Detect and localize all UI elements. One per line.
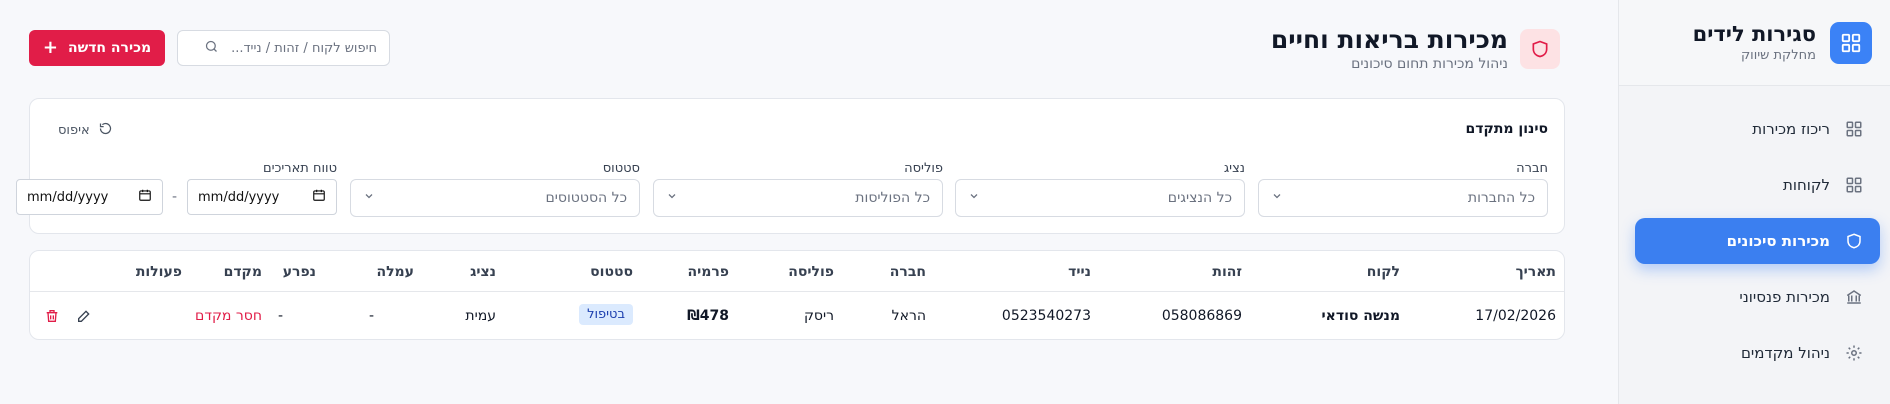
chevron-down-icon: [1271, 190, 1283, 206]
shield-icon: [1844, 231, 1864, 251]
sidebar-item-customers[interactable]: לקוחות: [1635, 162, 1880, 208]
reset-icon: [98, 121, 113, 140]
cell-premium: ₪478: [687, 308, 729, 324]
calendar-icon: [312, 188, 326, 206]
cell-policy: ריסק: [803, 308, 834, 324]
column-header: נייד: [1068, 264, 1091, 280]
sidebar-item-risk-sales[interactable]: מכירות סיכונים: [1635, 218, 1880, 264]
company-filter-value: כל החברות: [1467, 190, 1535, 206]
sidebar-item-label: מכירות סיכונים: [1726, 232, 1830, 250]
grid-icon: [1844, 175, 1864, 195]
date-range-separator: -: [171, 189, 177, 205]
chevron-down-icon: [666, 190, 678, 206]
column-header: חברה: [889, 264, 926, 280]
company-filter-label: חברה: [1516, 161, 1548, 176]
sales-table: תאריך לקוח זהות נייד חברה פוליסה פרמיה ס…: [29, 250, 1565, 340]
cell-advance: חסר מקדם: [195, 308, 262, 324]
sidebar-item-label: ריכוז מכירות: [1752, 120, 1830, 138]
search-icon: [204, 39, 219, 58]
agent-filter-select[interactable]: כל הנציגים: [955, 179, 1245, 217]
column-header: סטטוס: [590, 264, 633, 280]
column-header: לקוח: [1366, 264, 1400, 280]
filters-title: סינון מתקדם: [1465, 121, 1548, 137]
new-sale-label: מכירה חדשה: [67, 40, 152, 56]
chevron-down-icon: [363, 190, 375, 206]
column-header: פעולות: [135, 264, 182, 280]
status-badge: בטיפול: [579, 304, 633, 325]
date-to-value: mm/dd/yyyy: [27, 189, 109, 205]
sidebar-item-label: מכירות פנסיוני: [1739, 288, 1830, 306]
brand-title: סגירות לידים: [1692, 22, 1816, 46]
cell-id: 058086869: [1161, 308, 1242, 324]
brand: סגירות לידים מחלקת שיווק: [1619, 0, 1890, 86]
date-range-label: טווח תאריכים: [262, 161, 337, 176]
dashboard-icon: [1830, 21, 1872, 64]
column-header: נפרע: [282, 264, 316, 280]
calendar-icon: [138, 188, 152, 206]
brand-subtitle: מחלקת שיווק: [1740, 48, 1816, 63]
column-header: מקדם: [223, 264, 262, 280]
delete-icon[interactable]: [44, 308, 60, 328]
cell-company: הראל: [891, 308, 926, 324]
column-header: עמלה: [376, 264, 414, 280]
policy-filter-label: פוליסה: [904, 161, 943, 176]
company-filter-select[interactable]: כל החברות: [1258, 179, 1548, 217]
column-header: זהות: [1212, 264, 1242, 280]
search-box[interactable]: [177, 30, 390, 66]
column-header: תאריך: [1515, 264, 1556, 280]
sidebar: סגירות לידים מחלקת שיווק ריכוז מכירות לק…: [1618, 0, 1890, 404]
column-header: פרמיה: [687, 264, 729, 280]
date-from-value: mm/dd/yyyy: [198, 189, 280, 205]
advanced-filters-panel: סינון מתקדם איפוס חברה כל החברות נציג כל…: [16, 98, 1565, 234]
shield-icon: [1520, 29, 1560, 69]
reset-label: איפוס: [58, 123, 90, 138]
cell-agent: עמית: [465, 308, 496, 324]
status-filter-select[interactable]: כל הסטטוסים: [350, 179, 640, 217]
cell-commission: -: [368, 308, 374, 324]
column-header: פוליסה: [788, 264, 834, 280]
sidebar-item-label: לקוחות: [1783, 176, 1830, 194]
cell-customer: מנשה סודאי: [1321, 308, 1400, 324]
status-filter-label: סטטוס: [602, 161, 640, 176]
sidebar-item-sales-summary[interactable]: ריכוז מכירות: [1635, 106, 1880, 152]
search-input[interactable]: [227, 40, 377, 56]
page-title: מכירות בריאות וחיים: [1270, 25, 1508, 54]
cell-paid: -: [277, 308, 283, 324]
sidebar-nav: ריכוז מכירות לקוחות מכירות סיכונים מכירו…: [1619, 86, 1890, 376]
edit-icon[interactable]: [76, 308, 92, 328]
agent-filter-label: נציג: [1223, 161, 1245, 176]
plus-icon: +: [42, 37, 58, 58]
chevron-down-icon: [968, 190, 980, 206]
sidebar-item-label: ניהול מקדמים: [1740, 344, 1830, 362]
policy-filter-value: כל הפוליסות: [855, 190, 930, 206]
page-subtitle: ניהול מכירות תחום סיכונים: [1351, 56, 1508, 72]
date-to-input[interactable]: mm/dd/yyyy: [16, 179, 163, 215]
cell-date: 17/02/2026: [1475, 308, 1556, 324]
new-sale-button[interactable]: מכירה חדשה +: [29, 30, 165, 66]
cell-phone: 0523540273: [1001, 308, 1091, 324]
bank-icon: [1844, 287, 1864, 307]
reset-filters-button[interactable]: איפוס: [58, 121, 113, 140]
page-header: מכירות בריאות וחיים ניהול מכירות תחום סי…: [1271, 26, 1560, 72]
grid-icon: [1844, 119, 1864, 139]
policy-filter-select[interactable]: כל הפוליסות: [653, 179, 943, 217]
status-filter-value: כל הסטטוסים: [545, 190, 627, 206]
column-header: נציג: [470, 264, 496, 280]
table-divider: [30, 291, 1564, 292]
date-from-input[interactable]: mm/dd/yyyy: [187, 179, 337, 215]
agent-filter-value: כל הנציגים: [1167, 190, 1232, 206]
sidebar-item-pension-sales[interactable]: מכירות פנסיוני: [1635, 274, 1880, 320]
gear-icon: [1844, 343, 1864, 363]
sidebar-item-advances[interactable]: ניהול מקדמים: [1635, 330, 1880, 376]
